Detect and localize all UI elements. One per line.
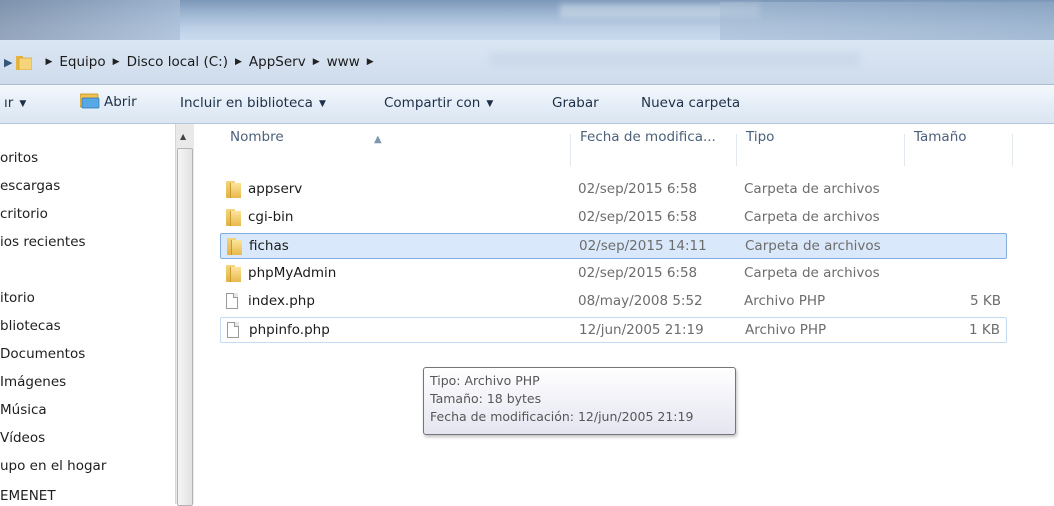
sort-ascending-icon: ▲ — [374, 134, 382, 145]
burn-button[interactable]: Grabar — [552, 95, 599, 111]
nav-item-libraries[interactable]: bliotecas — [0, 318, 61, 334]
breadcrumb-item-appserv[interactable]: ▶ AppServ — [228, 54, 306, 70]
file-date: 02/sep/2015 6:58 — [578, 265, 698, 281]
scroll-up-arrow-icon[interactable]: ▲ — [180, 132, 186, 141]
tooltip-type: Tipo: Archivo PHP — [430, 373, 540, 388]
file-type: Archivo PHP — [745, 322, 827, 338]
title-bar-haze — [0, 0, 180, 40]
nav-item-recent-places[interactable]: ios recientes — [0, 234, 86, 250]
folder-icon — [227, 238, 242, 255]
file-date: 12/jun/2005 21:19 — [579, 322, 704, 338]
breadcrumb-label[interactable]: Disco local (C:) — [127, 54, 228, 70]
file-name[interactable]: index.php — [248, 289, 315, 313]
open-folder-icon — [79, 93, 100, 109]
file-name[interactable]: phpMyAdmin — [248, 261, 336, 285]
document-icon — [226, 293, 240, 310]
column-header-label[interactable]: Tamaño — [914, 129, 967, 145]
file-type: Carpeta de archivos — [744, 265, 880, 281]
nav-item-documents[interactable]: Documentos — [0, 346, 85, 362]
search-box-blurred[interactable] — [490, 52, 860, 66]
nav-item-videos[interactable]: Vídeos — [0, 430, 45, 446]
nav-item-desktop-root[interactable]: itorio — [0, 290, 35, 306]
organize-label[interactable]: ır — [4, 95, 13, 111]
chevron-down-icon[interactable]: ▼ — [319, 99, 326, 109]
column-header-label[interactable]: Fecha de modifica... — [580, 129, 716, 145]
file-name[interactable]: fichas — [249, 234, 289, 258]
include-library-button[interactable]: Incluir en biblioteca ▼ — [180, 95, 326, 111]
breadcrumb-label[interactable]: AppServ — [249, 54, 306, 70]
column-header-label[interactable]: Nombre — [230, 129, 284, 145]
file-row-cgi-bin[interactable]: cgi-bin 02/sep/2015 6:58 Carpeta de arch… — [220, 205, 1007, 231]
column-header-size[interactable]: Tamaño — [904, 124, 1012, 166]
file-row-index-php[interactable]: index.php 08/may/2008 5:52 Archivo PHP 5… — [220, 289, 1007, 315]
nav-item-favorites[interactable]: oritos — [0, 150, 38, 166]
navigation-pane: oritos escargas critorio ios recientes i… — [0, 124, 175, 504]
file-date: 02/sep/2015 14:11 — [579, 238, 707, 254]
breadcrumb-separator-icon[interactable]: ▶ — [45, 57, 52, 67]
breadcrumb-label[interactable]: www — [327, 54, 360, 70]
tooltip-size: Tamaño: 18 bytes — [430, 391, 542, 406]
document-icon — [227, 322, 241, 339]
file-row-appserv[interactable]: appserv 02/sep/2015 6:58 Carpeta de arch… — [220, 177, 1007, 203]
open-button[interactable]: Abrir — [79, 93, 137, 110]
breadcrumb-dropdown-icon[interactable]: ▶ — [367, 57, 374, 67]
file-type: Archivo PHP — [744, 293, 826, 309]
file-info-tooltip: Tipo: Archivo PHP Tamaño: 18 bytes Fecha… — [423, 367, 736, 435]
file-date: 02/sep/2015 6:58 — [578, 209, 698, 225]
nav-item-desktop[interactable]: critorio — [0, 206, 48, 222]
breadcrumb-label[interactable]: Equipo — [59, 54, 105, 70]
include-library-label[interactable]: Incluir en biblioteca — [180, 95, 313, 111]
file-name[interactable]: phpinfo.php — [249, 318, 330, 342]
column-header-name[interactable]: Nombre — [220, 124, 570, 166]
command-bar: ır ▼ Abrir Incluir en biblioteca ▼ Compart… — [0, 85, 1054, 124]
organize-button[interactable]: ır ▼ — [4, 95, 26, 111]
folder-icon — [226, 209, 241, 226]
breadcrumb-separator-icon[interactable]: ▶ — [113, 57, 120, 67]
nav-pane-scrollbar[interactable]: ▲ — [175, 124, 195, 506]
share-with-label[interactable]: Compartir con — [384, 95, 480, 111]
file-row-fichas[interactable]: fichas 02/sep/2015 14:11 Carpeta de arch… — [220, 233, 1007, 259]
chevron-down-icon[interactable]: ▼ — [19, 99, 26, 109]
column-divider[interactable] — [1012, 134, 1013, 166]
folder-icon — [16, 55, 33, 70]
file-size: 5 KB — [970, 293, 1001, 309]
breadcrumb-item-equipo[interactable]: ▶ Equipo — [38, 54, 105, 70]
file-list: Nombre ▲ Fecha de modifica... Tipo Tamañ… — [194, 124, 1054, 504]
title-bar-haze — [720, 2, 1054, 40]
chevron-down-icon[interactable]: ▼ — [486, 99, 493, 109]
address-bar[interactable]: ▶ ▶ Equipo ▶ Disco local (C:) ▶ AppServ … — [0, 40, 1054, 85]
file-type: Carpeta de archivos — [744, 209, 880, 225]
nav-item-computer[interactable]: EMENET — [0, 488, 56, 504]
file-type: Carpeta de archivos — [744, 181, 880, 197]
breadcrumb[interactable]: ▶ ▶ Equipo ▶ Disco local (C:) ▶ AppServ … — [4, 50, 474, 74]
new-folder-button[interactable]: Nueva carpeta — [641, 95, 740, 111]
nav-item-music[interactable]: Música — [0, 402, 47, 418]
breadcrumb-separator-icon[interactable]: ▶ — [235, 57, 242, 67]
window-title-bar — [0, 0, 1054, 40]
file-date: 02/sep/2015 6:58 — [578, 181, 698, 197]
tooltip-modified: Fecha de modificación: 12/jun/2005 21:19 — [430, 409, 694, 424]
scrollbar-thumb[interactable] — [177, 148, 193, 506]
file-size: 1 KB — [969, 322, 1000, 338]
breadcrumb-item-disco-local[interactable]: ▶ Disco local (C:) — [106, 54, 228, 70]
file-name[interactable]: cgi-bin — [248, 205, 294, 229]
file-row-phpinfo-php[interactable]: phpinfo.php 12/jun/2005 21:19 Archivo PH… — [220, 317, 1007, 343]
file-row-phpmyadmin[interactable]: phpMyAdmin 02/sep/2015 6:58 Carpeta de a… — [220, 261, 1007, 287]
file-type: Carpeta de archivos — [745, 238, 881, 254]
column-header-type[interactable]: Tipo — [736, 124, 904, 166]
folder-icon — [226, 265, 241, 282]
file-name[interactable]: appserv — [248, 177, 302, 201]
open-label[interactable]: Abrir — [104, 94, 137, 110]
share-with-button[interactable]: Compartir con ▼ — [384, 95, 493, 111]
folder-icon — [226, 181, 241, 198]
nav-item-homegroup[interactable]: upo en el hogar — [0, 458, 106, 474]
column-header-date[interactable]: Fecha de modifica... — [570, 124, 736, 166]
breadcrumb-item-www[interactable]: ▶ www ▶ — [306, 54, 381, 70]
column-header-label[interactable]: Tipo — [746, 129, 774, 145]
nav-item-downloads[interactable]: escargas — [0, 178, 60, 194]
back-arrow-icon[interactable]: ▶ — [4, 56, 12, 69]
breadcrumb-separator-icon[interactable]: ▶ — [313, 57, 320, 67]
nav-item-pictures[interactable]: Imágenes — [0, 374, 66, 390]
file-date: 08/may/2008 5:52 — [578, 293, 703, 309]
